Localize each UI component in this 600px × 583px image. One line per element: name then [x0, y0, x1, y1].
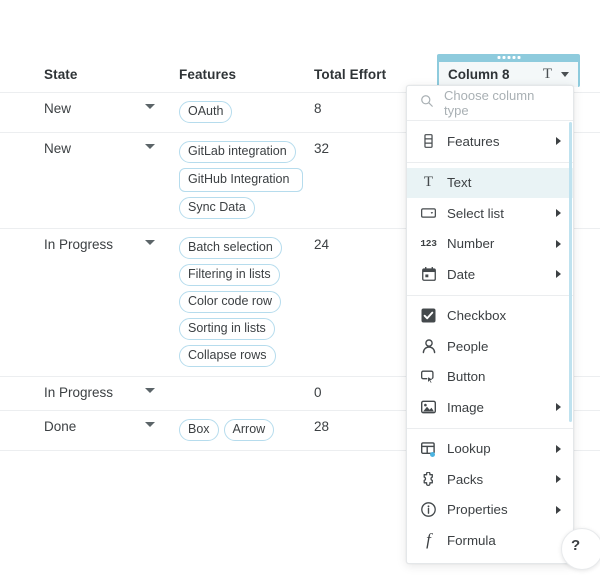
- menu-item-number[interactable]: 123 Number: [407, 229, 573, 260]
- cell-features[interactable]: [179, 377, 314, 410]
- search-icon: [420, 94, 434, 113]
- menu-item-checkbox[interactable]: Checkbox: [407, 301, 573, 332]
- submenu-arrow-icon: [556, 209, 561, 218]
- chevron-down-icon[interactable]: [145, 144, 155, 149]
- state-value: New: [44, 141, 72, 156]
- cell-state[interactable]: In Progress: [44, 229, 179, 376]
- lookup-badge-dot: [430, 452, 435, 457]
- chevron-down-icon[interactable]: [145, 240, 155, 245]
- menu-item-label: Properties: [447, 502, 508, 518]
- column-type-menu[interactable]: Choose column type Features T Text Selec…: [406, 85, 574, 564]
- selected-column-header[interactable]: Column 8 T: [437, 54, 580, 87]
- menu-item-image[interactable]: Image: [407, 392, 573, 423]
- submenu-arrow-icon: [556, 239, 561, 248]
- person-icon: [420, 338, 437, 355]
- menu-item-label: Button: [447, 369, 486, 385]
- text-type-icon: T: [542, 66, 552, 82]
- text-icon: T: [423, 174, 434, 191]
- menu-item-date[interactable]: Date: [407, 259, 573, 290]
- submenu-arrow-icon: [556, 270, 561, 279]
- packs-icon: [420, 471, 437, 488]
- menu-item-label: Packs: [447, 471, 484, 487]
- menu-item-label: People: [447, 338, 489, 354]
- menu-item-people[interactable]: People: [407, 331, 573, 362]
- checkbox-icon: [420, 307, 437, 324]
- feature-chip[interactable]: Box: [179, 419, 219, 441]
- menu-item-label: Lookup: [447, 441, 491, 457]
- menu-item-formula[interactable]: f Formula: [407, 525, 573, 556]
- search-placeholder: Choose column type: [444, 88, 535, 118]
- menu-group-basic: T Text Select list 123 Number Date: [407, 163, 573, 296]
- menu-item-label: Select list: [447, 205, 504, 221]
- column-name: Column 8: [448, 67, 510, 82]
- column-type-search[interactable]: Choose column type: [407, 86, 573, 121]
- menu-group-advanced: Lookup Packs Properties f Formula: [407, 429, 573, 563]
- menu-item-packs[interactable]: Packs: [407, 464, 573, 495]
- cell-features[interactable]: Box Arrow: [179, 411, 314, 450]
- menu-item-features[interactable]: Features: [407, 126, 573, 157]
- menu-item-label: Date: [447, 266, 476, 282]
- menu-item-label: Image: [447, 399, 484, 415]
- help-icon: ?: [571, 537, 581, 554]
- cell-state[interactable]: New: [44, 93, 179, 132]
- chevron-down-icon[interactable]: [561, 72, 569, 77]
- feature-chip[interactable]: OAuth: [179, 101, 233, 123]
- menu-group-inputs: Checkbox People Button Image: [407, 296, 573, 429]
- feature-chip[interactable]: GitHub Integration: [179, 168, 303, 192]
- column-header-state[interactable]: State: [44, 67, 179, 82]
- column-header-total-effort[interactable]: Total Effort: [314, 67, 442, 82]
- menu-item-label: Checkbox: [447, 308, 507, 324]
- menu-item-button[interactable]: Button: [407, 362, 573, 393]
- formula-icon: f: [426, 530, 431, 550]
- chevron-down-icon[interactable]: [145, 104, 155, 109]
- select-list-icon: [420, 205, 437, 222]
- feature-chip[interactable]: Collapse rows: [179, 345, 276, 367]
- chevron-down-icon[interactable]: [145, 422, 155, 427]
- cell-state[interactable]: In Progress: [44, 377, 179, 410]
- cell-features[interactable]: GitLab integration GitHub Integration Sy…: [179, 133, 314, 228]
- feature-chip[interactable]: Sorting in lists: [179, 318, 275, 340]
- submenu-arrow-icon: [556, 403, 561, 412]
- chevron-down-icon[interactable]: [145, 388, 155, 393]
- feature-chip[interactable]: Arrow: [223, 419, 275, 441]
- cell-state[interactable]: New: [44, 133, 179, 228]
- cell-features[interactable]: Batch selection Filtering in lists Color…: [179, 229, 314, 376]
- submenu-arrow-icon: [556, 475, 561, 484]
- app-root: State Features Total Effort New OAuth 8 …: [0, 0, 600, 583]
- number-123-icon: 123: [420, 238, 437, 250]
- cell-features[interactable]: OAuth: [179, 93, 314, 132]
- menu-item-label: Formula: [447, 532, 496, 548]
- calendar-icon: [420, 266, 437, 283]
- feature-chip[interactable]: Batch selection: [179, 237, 282, 259]
- help-button[interactable]: ?: [561, 528, 600, 570]
- state-value: Done: [44, 419, 77, 434]
- state-value: In Progress: [44, 237, 114, 252]
- feature-chip[interactable]: GitLab integration: [179, 141, 296, 163]
- submenu-arrow-icon: [556, 444, 561, 453]
- menu-item-text[interactable]: T Text: [407, 167, 573, 198]
- submenu-arrow-icon: [556, 505, 561, 514]
- menu-item-label: Features: [447, 133, 500, 149]
- state-value: In Progress: [44, 385, 114, 400]
- state-value: New: [44, 101, 72, 116]
- feature-chip[interactable]: Filtering in lists: [179, 264, 280, 286]
- table-column-icon: [420, 133, 437, 150]
- button-icon: [420, 368, 437, 385]
- menu-group-source: Features: [407, 121, 573, 163]
- image-icon: [420, 399, 437, 416]
- menu-item-label: Number: [447, 236, 495, 252]
- drag-handle-icon[interactable]: [497, 56, 520, 59]
- menu-item-label: Text: [447, 175, 472, 191]
- submenu-arrow-icon: [556, 137, 561, 146]
- info-circle-icon: [420, 501, 437, 518]
- column-header-inner[interactable]: Column 8 T: [439, 62, 578, 87]
- feature-chip[interactable]: Sync Data: [179, 197, 255, 219]
- menu-item-select-list[interactable]: Select list: [407, 198, 573, 229]
- cell-state[interactable]: Done: [44, 411, 179, 450]
- menu-item-lookup[interactable]: Lookup: [407, 434, 573, 465]
- feature-chip[interactable]: Color code row: [179, 291, 282, 313]
- menu-scrollbar[interactable]: [569, 122, 572, 422]
- menu-item-properties[interactable]: Properties: [407, 495, 573, 526]
- column-header-features[interactable]: Features: [179, 67, 314, 82]
